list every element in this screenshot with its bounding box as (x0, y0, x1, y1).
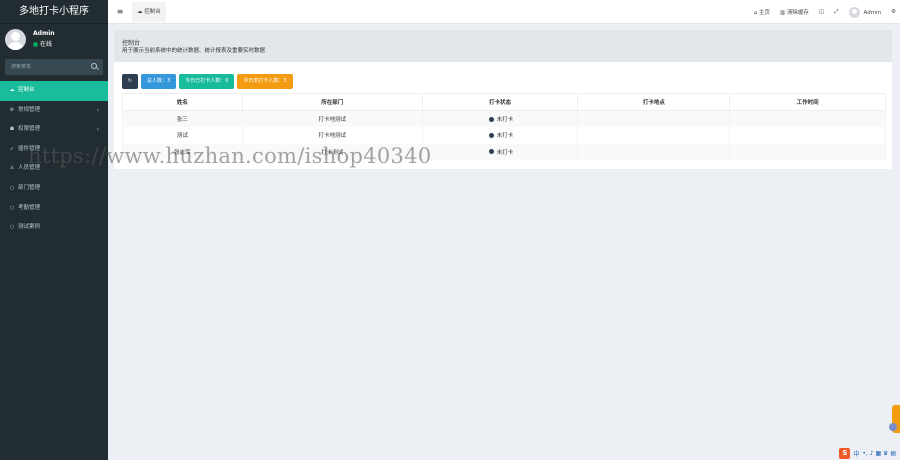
sidebar-item-attendance[interactable]: ○ 考勤管理 (0, 199, 108, 219)
user-icon: ♙ (9, 165, 15, 172)
status-label: 未打卡 (496, 133, 514, 140)
sidebar-item-dashboard[interactable]: ☁ 控制台 (0, 81, 108, 101)
stats-toolbar: ↻ 总人数：3 今日已打卡人数：0 今日未打卡人数：3 (122, 74, 293, 89)
language-icon[interactable]: ◫ (819, 9, 824, 15)
cell-place (577, 143, 731, 160)
status-label: 未打卡 (496, 117, 514, 123)
dashboard-icon: ☁ (9, 87, 15, 93)
avatar (848, 6, 860, 18)
cell-time (729, 110, 886, 127)
home-label: 主页 (758, 10, 770, 16)
sidebar-item-auth[interactable]: ☗ 权限管理 ‹ (0, 120, 108, 140)
group-icon: ☗ (9, 126, 15, 133)
cell-status: 未打卡 (421, 127, 579, 144)
user-panel: Admin 在线 (0, 24, 108, 56)
topbar-actions: ⌂ 主页 ▥ 清除缓存 ◫ ⤢ Admin ⚙ (754, 0, 896, 24)
ime-logo-icon[interactable]: S (839, 448, 851, 459)
chevron-left-icon: ‹ (96, 126, 99, 134)
refresh-button[interactable]: ↻ (122, 74, 138, 89)
content-header: 控制台 用于展示当前系统中的统计数据、统计报表及重要实时数据 (114, 30, 892, 62)
tab-dashboard[interactable]: ☁ 控制台 (132, 2, 166, 22)
tab-label: 控制台 (144, 9, 161, 15)
user-name: Admin (33, 30, 55, 37)
search-icon[interactable] (91, 63, 97, 69)
circle-icon: ○ (9, 184, 15, 191)
sidebar: 多地打卡小程序 Admin 在线 ☁控制台 ⚙常规管理‹ ☗权限管理‹ ➶插件管… (0, 0, 108, 460)
ime-mode-label[interactable]: 中 (853, 449, 859, 458)
status-dot-icon (488, 132, 494, 138)
floating-side-tab[interactable] (889, 405, 900, 433)
sidebar-item-label: 部门管理 (18, 184, 41, 191)
column-header-place[interactable]: 打卡地点 (577, 93, 731, 111)
sidebar-item-test-cases[interactable]: ○ 测试案例 (0, 218, 108, 238)
table-row[interactable]: 测试 打卡地测试 未打卡 (122, 127, 886, 144)
user-status: 在线 (33, 39, 52, 48)
user-menu-label: Admin (863, 9, 882, 16)
cell-time (729, 127, 886, 144)
settings-icon[interactable]: ⚙ (891, 9, 896, 15)
fullscreen-icon[interactable]: ⤢ (834, 9, 838, 16)
sidebar-item-general[interactable]: ⚙ 常规管理 ‹ (0, 101, 108, 121)
cell-dept: 打卡地测试 (241, 127, 423, 144)
column-header-time[interactable]: 工作时间 (729, 93, 886, 111)
user-status-label: 在线 (40, 41, 53, 48)
cell-name: 张三 (122, 110, 243, 127)
status-dot-icon (488, 116, 494, 122)
table-header-row: 姓名 所在部门 打卡状态 打卡地点 工作时间 (122, 93, 886, 111)
cell-status: 未打卡 (421, 143, 579, 160)
app-brand[interactable]: 多地打卡小程序 (0, 0, 108, 24)
sidebar-item-label: 考勤管理 (18, 204, 41, 211)
chevron-left-icon: ‹ (96, 106, 99, 114)
page-description: 用于展示当前系统中的统计数据、统计报表及重要实时数据 (122, 48, 266, 54)
column-header-dept[interactable]: 所在部门 (241, 93, 423, 111)
column-header-name[interactable]: 姓名 (122, 93, 243, 111)
status-label: 未打卡 (496, 149, 514, 156)
ime-tools-icons[interactable]: •, ♪ ▦ ♛ ▤ (862, 450, 896, 457)
checked-today-button[interactable]: 今日已打卡人数：0 (179, 74, 235, 89)
sidebar-toggle-icon[interactable]: ≡ (113, 0, 127, 24)
refresh-icon: ↻ (127, 78, 133, 84)
circle-icon: ○ (9, 224, 15, 231)
status-dot-icon (488, 149, 494, 155)
user-menu[interactable]: Admin (848, 6, 882, 18)
column-header-status[interactable]: 打卡状态 (421, 93, 579, 111)
sidebar-item-label: 测试案例 (18, 224, 41, 231)
total-count-button[interactable]: 总人数：3 (141, 74, 177, 89)
sidebar-item-label: 权限管理 (18, 126, 41, 133)
sidebar-item-label: 常规管理 (18, 106, 41, 113)
cell-name: 测试 (122, 127, 243, 144)
cell-dept: 打卡地测试 (241, 110, 423, 127)
menu-search-input[interactable] (5, 59, 85, 75)
cell-status: 未打卡 (421, 110, 579, 127)
sidebar-item-departments[interactable]: ○ 部门管理 (0, 179, 108, 199)
cell-time (729, 143, 886, 160)
table-row[interactable]: 张三 打卡地测试 未打卡 (122, 110, 886, 127)
clear-cache-label: 清除缓存 (786, 10, 809, 16)
home-link[interactable]: ⌂ 主页 (754, 8, 770, 16)
sidebar-item-label: 控制台 (18, 87, 35, 93)
clear-cache-button[interactable]: ▥ 清除缓存 (780, 8, 809, 16)
unchecked-today-button[interactable]: 今日未打卡人数：3 (237, 74, 293, 89)
ime-toolbar: S 中 •, ♪ ▦ ♛ ▤ (839, 448, 896, 459)
rocket-icon: ➶ (9, 145, 15, 152)
online-dot-icon (33, 41, 38, 47)
menu-search (5, 59, 103, 75)
cogs-icon: ⚙ (9, 106, 15, 113)
avatar (5, 29, 26, 50)
trash-icon: ▥ (779, 10, 787, 16)
cell-place (577, 127, 731, 144)
topbar: ≡ ☁ 控制台 ⌂ 主页 ▥ 清除缓存 ◫ ⤢ Admin ⚙ (108, 0, 900, 24)
circle-icon: ○ (9, 204, 15, 211)
cell-place (577, 110, 731, 127)
watermark-text: https://www.huzhan.com/ishop40340 (28, 144, 432, 168)
